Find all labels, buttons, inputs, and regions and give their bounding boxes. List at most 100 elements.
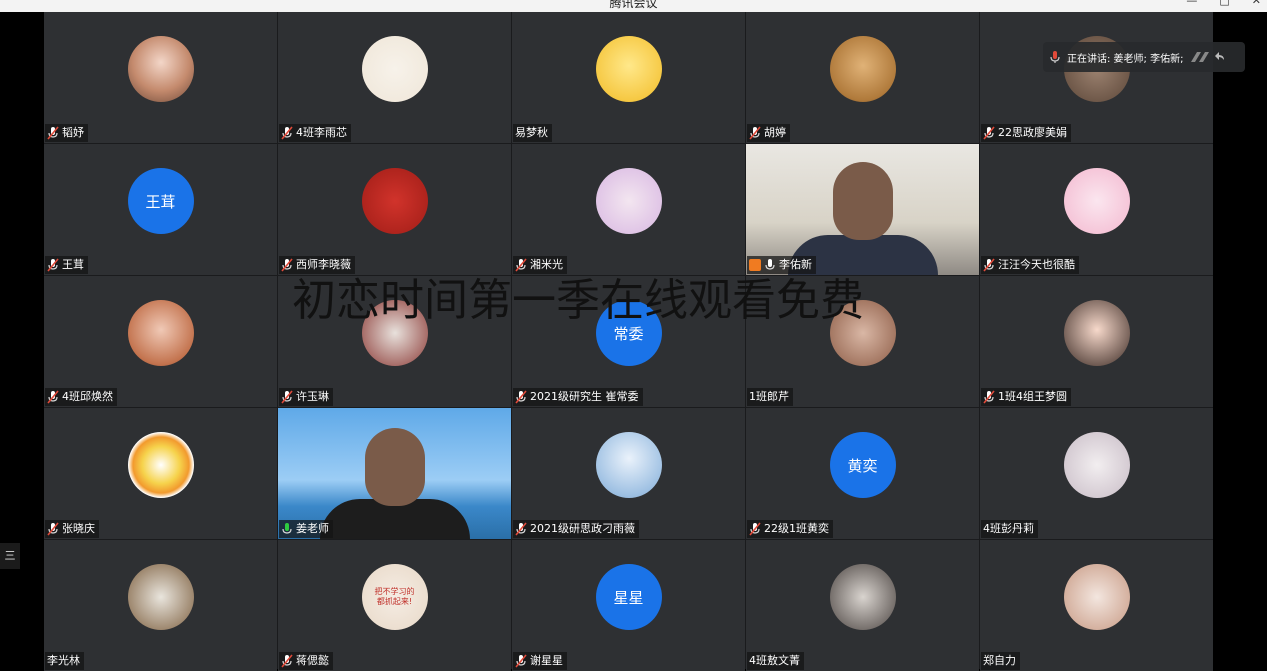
mic-muted-icon <box>281 258 293 272</box>
avatar <box>361 168 428 234</box>
participant-tile[interactable]: 韬妤 <box>44 12 277 143</box>
avatar: 星星 <box>595 564 662 630</box>
avatar-initials: 常委 <box>613 324 644 343</box>
participant-nameplate: 汪汪今天也很酷 <box>981 256 1079 274</box>
participant-name: 2021级研究生 崔常委 <box>530 390 639 403</box>
participant-name: 4班敖文菁 <box>749 654 800 667</box>
participant-nameplate: 蒋偲懿 <box>279 652 333 670</box>
participant-nameplate: 22级1班黄奕 <box>747 520 833 538</box>
window-controls: — □ ✕ <box>1186 0 1261 7</box>
participant-tile[interactable]: 4班李雨芯 <box>278 12 511 143</box>
participant-name: 许玉琳 <box>296 390 329 403</box>
participant-name: 1班4组王梦圆 <box>998 390 1067 403</box>
avatar <box>829 300 896 366</box>
avatar <box>127 432 194 498</box>
mic-muted-icon <box>47 126 59 140</box>
participant-name: 汪汪今天也很酷 <box>998 258 1075 271</box>
participant-nameplate: 1班4组王梦圆 <box>981 388 1071 406</box>
participant-nameplate: 胡婷 <box>747 124 790 142</box>
participant-tile[interactable]: 常委 2021级研究生 崔常委 <box>512 276 745 407</box>
participant-nameplate: 4班邱焕然 <box>45 388 117 406</box>
participant-tile[interactable]: 星星 谢星星 <box>512 540 745 671</box>
participant-name: 姜老师 <box>296 522 329 535</box>
participant-tile[interactable]: 姜老师 <box>278 408 511 539</box>
participant-tile[interactable]: 把不学习的都抓起来! 蒋偲懿 <box>278 540 511 671</box>
participant-tile[interactable]: 4班邱焕然 <box>44 276 277 407</box>
participant-name: 李佑新 <box>779 258 812 271</box>
participant-name: 湘米光 <box>530 258 563 271</box>
participant-nameplate: 张晓庆 <box>45 520 99 538</box>
participant-nameplate: 4班李雨芯 <box>279 124 351 142</box>
expand-icon[interactable] <box>1189 50 1225 64</box>
participant-tile[interactable]: 汪汪今天也很酷 <box>980 144 1213 275</box>
avatar-initials: 星星 <box>613 588 644 607</box>
participant-tile[interactable]: 西师李晓薇 <box>278 144 511 275</box>
participant-list-toggle[interactable]: 三 <box>0 543 20 569</box>
participant-tile[interactable]: 王茸 王茸 <box>44 144 277 275</box>
left-edge <box>0 12 44 669</box>
avatar-caption: 把不学习的都抓起来! <box>374 587 415 606</box>
participant-name: 1班郎芹 <box>749 390 789 403</box>
participant-tile[interactable]: 郑自力 <box>980 540 1213 671</box>
participant-nameplate: 4班敖文菁 <box>747 652 804 670</box>
mic-speaking-icon <box>1050 51 1060 63</box>
restore-icon[interactable]: □ <box>1219 0 1229 7</box>
close-icon[interactable]: ✕ <box>1252 0 1261 7</box>
participant-name: 西师李晓薇 <box>296 258 351 271</box>
mic-muted-icon <box>983 258 995 272</box>
mic-muted-icon <box>515 390 527 404</box>
avatar <box>595 36 662 102</box>
person-silhouette <box>364 428 425 506</box>
participant-name: 郑自力 <box>983 654 1016 667</box>
participant-tile[interactable]: 2021级研思政刁雨薇 <box>512 408 745 539</box>
participant-tile[interactable]: 1班4组王梦圆 <box>980 276 1213 407</box>
avatar <box>361 300 428 366</box>
participant-tile[interactable]: 黄奕 22级1班黄奕 <box>746 408 979 539</box>
participant-tile[interactable]: 4班敖文菁 <box>746 540 979 671</box>
participant-nameplate: 韬妤 <box>45 124 88 142</box>
avatar: 把不学习的都抓起来! <box>361 564 428 630</box>
participant-tile[interactable]: 胡婷 <box>746 12 979 143</box>
participant-name: 韬妤 <box>62 126 84 139</box>
participant-name: 张晓庆 <box>62 522 95 535</box>
participant-nameplate: 1班郎芹 <box>747 388 793 406</box>
avatar: 王茸 <box>127 168 194 234</box>
participant-nameplate: 李佑新 <box>747 256 816 274</box>
participant-tile[interactable]: 张晓庆 <box>44 408 277 539</box>
mic-muted-icon <box>983 126 995 140</box>
participant-tile[interactable]: 1班郎芹 <box>746 276 979 407</box>
participant-name: 4班邱焕然 <box>62 390 113 403</box>
participant-name: 22级1班黄奕 <box>764 522 829 535</box>
mic-muted-icon <box>281 654 293 668</box>
participant-nameplate: 湘米光 <box>513 256 567 274</box>
participant-name: 易梦秋 <box>515 126 548 139</box>
participant-name: 22思政廖美娟 <box>998 126 1067 139</box>
mic-muted-icon <box>47 258 59 272</box>
video-grid: 韬妤 4班李雨芯 易梦秋 胡婷 22思政廖美娟王茸 王茸西师李晓薇 湘米光 李佑新 汪汪今天也很… <box>44 12 1213 671</box>
participant-nameplate: 许玉琳 <box>279 388 333 406</box>
avatar <box>595 432 662 498</box>
host-icon <box>749 259 761 271</box>
avatar-initials: 黄奕 <box>847 456 878 475</box>
mic-muted-icon <box>515 522 527 536</box>
participant-tile[interactable]: 许玉琳 <box>278 276 511 407</box>
participant-tile[interactable]: 李光林 <box>44 540 277 671</box>
participant-nameplate: 郑自力 <box>981 652 1020 670</box>
avatar <box>1063 564 1130 630</box>
right-edge <box>1213 12 1267 669</box>
participant-tile[interactable]: 李佑新 <box>746 144 979 275</box>
participant-nameplate: 西师李晓薇 <box>279 256 355 274</box>
avatar <box>1063 168 1130 234</box>
participant-tile[interactable]: 4班彭丹莉 <box>980 408 1213 539</box>
minimize-icon[interactable]: — <box>1186 0 1197 7</box>
title-bar: 腾讯会议 — □ ✕ <box>0 0 1267 12</box>
participant-tile[interactable]: 湘米光 <box>512 144 745 275</box>
mic-muted-icon <box>749 126 761 140</box>
mic-speaking-icon <box>282 523 292 534</box>
mic-muted-icon <box>515 258 527 272</box>
participant-nameplate: 4班彭丹莉 <box>981 520 1038 538</box>
mic-icon <box>765 259 775 270</box>
avatar-initials: 王茸 <box>145 192 176 211</box>
participant-tile[interactable]: 22思政廖美娟 <box>980 12 1213 143</box>
participant-tile[interactable]: 易梦秋 <box>512 12 745 143</box>
